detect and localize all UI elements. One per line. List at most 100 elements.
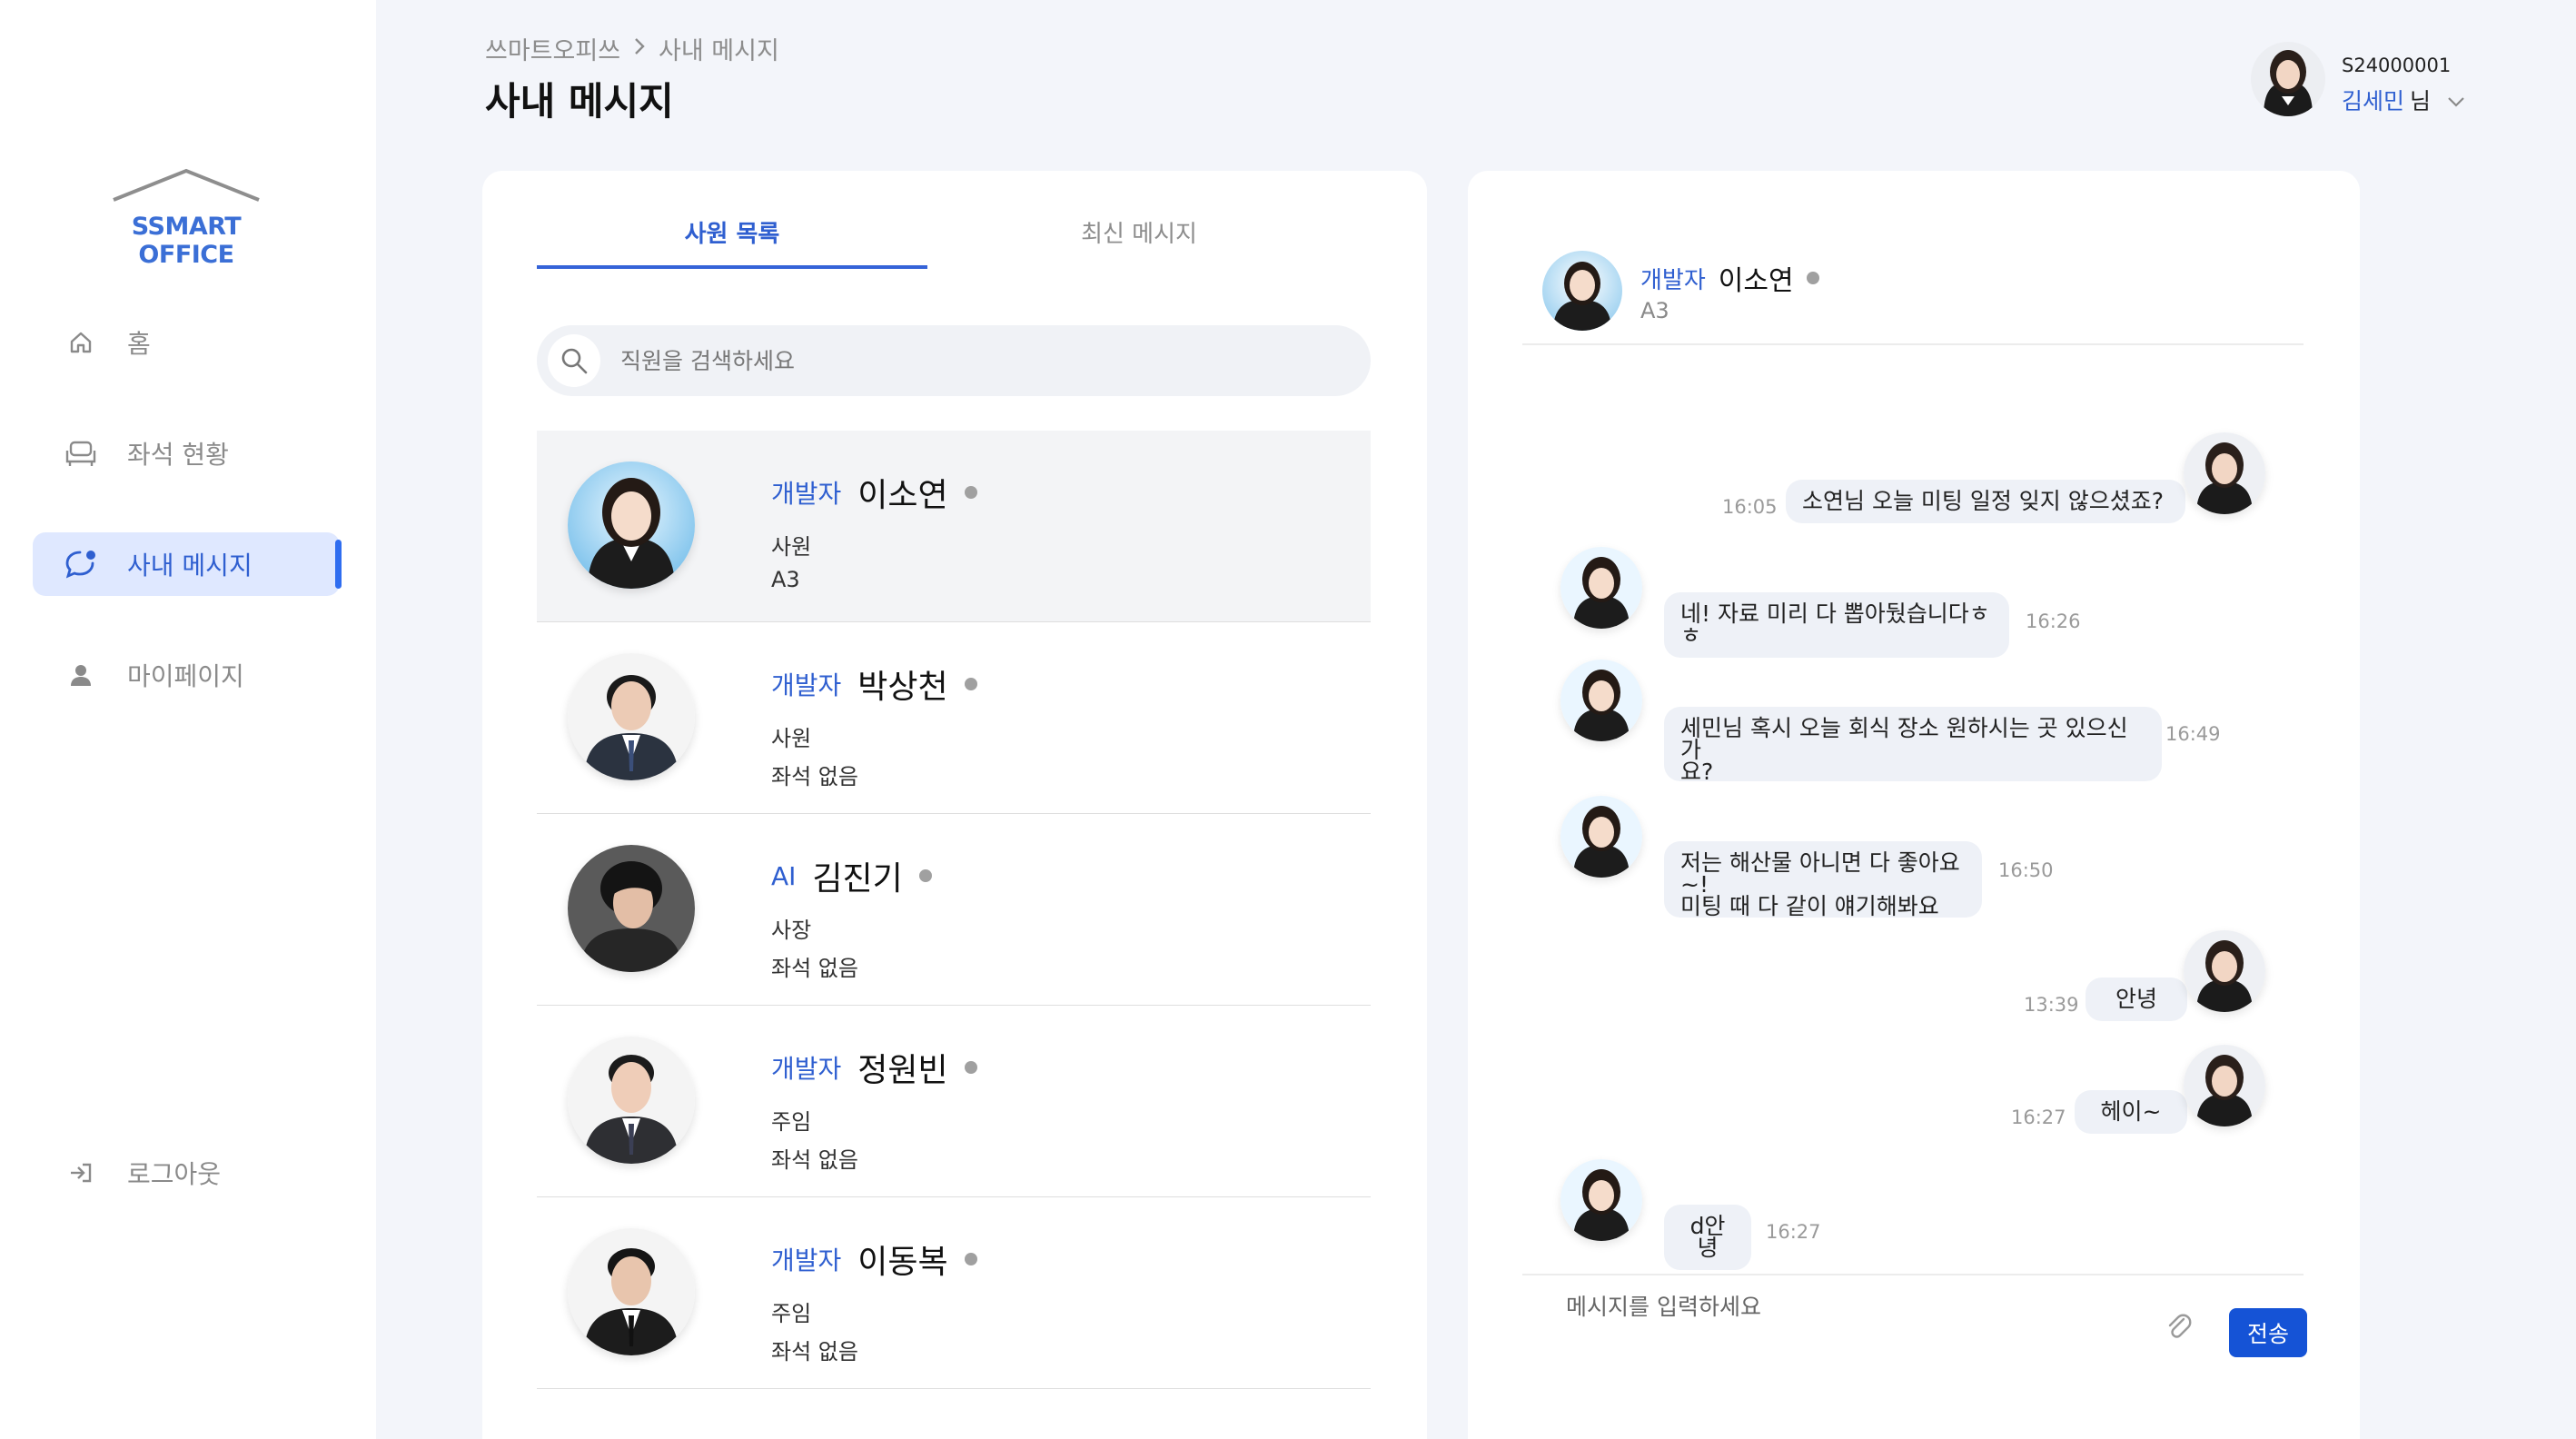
employee-panel: 사원 목록 최신 메시지 개발자 이소연 사원 A3	[482, 171, 1427, 1439]
search-icon[interactable]	[548, 334, 600, 387]
message-bubble-sent: 안녕	[2086, 978, 2187, 1021]
breadcrumb: 쓰마트오피쓰 사내 메시지	[485, 31, 779, 66]
employee-name-line: 개발자 정원빈	[771, 1044, 977, 1091]
message-bubble-received: 세민님 혹시 오늘 회식 장소 원하시는 곳 있으신가 요?	[1664, 707, 2162, 783]
user-avatar	[2251, 42, 2325, 116]
message-time: 13:39	[2024, 994, 2079, 1016]
chat-partner-seat: A3	[1640, 298, 1669, 323]
status-dot	[964, 1253, 977, 1265]
employee-avatar	[568, 845, 695, 972]
message-time: 16:27	[2011, 1107, 2066, 1128]
sidebar-item-label: 좌석 현황	[127, 440, 229, 470]
logo-text: SSMART OFFICE	[131, 213, 242, 269]
user-name: 김세민 님	[2342, 84, 2465, 116]
sender-avatar	[2184, 930, 2265, 1012]
home-icon	[64, 325, 98, 360]
message-composer: 전송	[1522, 1274, 2307, 1365]
employee-name: 이소연	[857, 477, 948, 514]
sidebar-item-label: 홈	[127, 329, 151, 359]
paperclip-icon[interactable]	[2164, 1312, 2195, 1343]
user-name-suffix: 님	[2410, 88, 2432, 114]
partner-avatar	[1560, 1159, 1642, 1241]
message-time: 16:49	[2165, 723, 2221, 745]
message-bubble-received: 네! 자료 미리 다 뽑아뒀습니다ㅎㅎ	[1664, 592, 2009, 658]
tab-recent-messages[interactable]: 최신 메시지	[944, 216, 1334, 269]
employee-name-line: 개발자 이동복	[771, 1236, 977, 1283]
logout-button[interactable]: 로그아웃	[33, 1141, 340, 1205]
employee-role: 개발자	[771, 1054, 842, 1084]
sender-avatar	[2184, 432, 2265, 514]
partner-avatar	[1560, 796, 1642, 878]
message-time: 16:27	[1766, 1221, 1821, 1243]
employee-role: 개발자	[771, 1245, 842, 1275]
chat-header: 개발자 이소연 A3	[1522, 251, 2304, 345]
breadcrumb-item-current: 사내 메시지	[659, 37, 779, 65]
sidebar: SSMART OFFICE 홈 좌석 현황 사내 메시지 마이페이지 로그아웃	[0, 0, 376, 1439]
employee-row[interactable]: 개발자 이소연 사원 A3	[537, 431, 1371, 622]
sidebar-item-home[interactable]: 홈	[33, 311, 340, 374]
message-bubble-received: d안녕	[1664, 1205, 1751, 1270]
chair-icon	[64, 436, 98, 471]
message-bubble-received: 저는 해산물 아니면 다 좋아요~! 미팅 때 다 같이 얘기해봐요	[1664, 841, 1982, 918]
employee-seat: 좌석 없음	[771, 956, 858, 981]
person-icon	[64, 658, 98, 692]
employee-name-line: AI 김진기	[771, 852, 932, 899]
chat-partner-line: 개발자 이소연	[1640, 258, 1819, 298]
employee-list: 개발자 이소연 사원 A3 개발자 박상천 사원 좌석 없음 AI 김진기 사장…	[537, 431, 1371, 1389]
employee-role: 개발자	[771, 670, 842, 700]
roof-icon	[113, 168, 260, 202]
message-time: 16:26	[2026, 610, 2081, 632]
employee-title: 사원	[771, 534, 812, 560]
logout-label: 로그아웃	[127, 1159, 222, 1189]
employee-avatar	[568, 1037, 695, 1164]
search-bar	[537, 325, 1371, 396]
employee-name-line: 개발자 이소연	[771, 469, 977, 516]
tab-bar: 사원 목록 최신 메시지	[537, 216, 1372, 269]
employee-name: 이동복	[857, 1244, 948, 1281]
breadcrumb-item-home[interactable]: 쓰마트오피쓰	[485, 31, 620, 66]
status-dot	[1806, 272, 1819, 284]
employee-name-line: 개발자 박상천	[771, 660, 977, 708]
employee-row[interactable]: 개발자 박상천 사원 좌석 없음	[537, 622, 1371, 814]
employee-title: 사장	[771, 918, 812, 943]
logo[interactable]: SSMART OFFICE	[82, 165, 291, 269]
partner-avatar	[1560, 547, 1642, 629]
chat-partner-role: 개발자	[1640, 266, 1706, 294]
user-name-value: 김세민	[2342, 88, 2405, 114]
employee-title: 사원	[771, 726, 812, 751]
partner-avatar	[1560, 660, 1642, 741]
chat-partner-avatar	[1542, 251, 1622, 331]
message-bubble-sent: 소연님 오늘 미팅 일정 잊지 않으셨죠?	[1786, 480, 2185, 523]
message-input[interactable]	[1566, 1294, 2156, 1320]
tab-employee-list[interactable]: 사원 목록	[537, 216, 927, 269]
employee-row[interactable]: AI 김진기 사장 좌석 없음	[537, 814, 1371, 1006]
message-time: 16:50	[1998, 859, 2054, 881]
chevron-right-icon	[633, 35, 646, 63]
employee-row[interactable]: 개발자 정원빈 주임 좌석 없음	[537, 1006, 1371, 1197]
sidebar-item-mypage[interactable]: 마이페이지	[33, 643, 340, 707]
employee-name: 박상천	[857, 669, 948, 706]
employee-seat: 좌석 없음	[771, 1147, 858, 1173]
employee-seat: 좌석 없음	[771, 764, 858, 789]
chevron-down-icon[interactable]	[2447, 87, 2465, 114]
search-input[interactable]	[620, 347, 1329, 374]
employee-seat: 좌석 없음	[771, 1339, 858, 1365]
chat-partner-name: 이소연	[1718, 265, 1794, 297]
chat-icon	[64, 547, 98, 581]
sidebar-item-label: 사내 메시지	[127, 551, 253, 581]
employee-role: AI	[771, 860, 797, 891]
send-button[interactable]: 전송	[2229, 1308, 2307, 1357]
employee-row[interactable]: 개발자 이동복 주임 좌석 없음	[537, 1197, 1371, 1389]
sidebar-item-messages[interactable]: 사내 메시지	[33, 532, 342, 596]
employee-avatar	[568, 461, 695, 589]
message-bubble-sent: 헤이~	[2075, 1090, 2187, 1134]
status-dot	[918, 869, 932, 882]
message-time: 16:05	[1722, 496, 1778, 518]
sidebar-item-seats[interactable]: 좌석 현황	[33, 422, 340, 485]
employee-seat: A3	[771, 567, 800, 592]
chat-panel: 개발자 이소연 A3 16:05 소연님 오늘 미팅 일정 잊지 않으셨죠? 네…	[1468, 171, 2360, 1439]
employee-title: 주임	[771, 1301, 812, 1326]
status-dot	[964, 1061, 977, 1074]
user-menu[interactable]: S24000001 김세민 님	[2251, 42, 2523, 124]
employee-role: 개발자	[771, 479, 842, 509]
